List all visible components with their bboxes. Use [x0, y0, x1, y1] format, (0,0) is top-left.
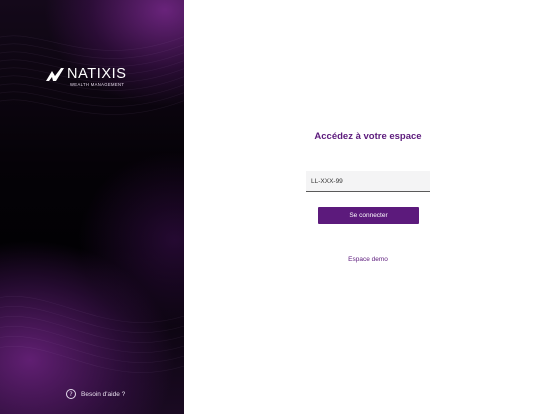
demo-space-link[interactable]: Espace demo	[184, 256, 552, 263]
connect-button[interactable]: Se connecter	[318, 207, 419, 224]
branding-panel: NATIXIS WEALTH MANAGEMENT ? Besoin d'aid…	[0, 0, 184, 414]
help-label: Besoin d'aide ?	[81, 390, 126, 398]
login-id-input[interactable]	[306, 171, 430, 192]
question-circle-icon: ?	[66, 389, 76, 399]
background-wave-lines	[0, 35, 184, 373]
brand-name: NATIXIS	[67, 66, 127, 82]
natixis-n-mark-icon	[46, 68, 64, 81]
page-title: Accédez à votre espace	[314, 131, 422, 142]
login-panel: Accédez à votre espace Se connecter Espa…	[184, 0, 552, 414]
brand-subtitle: WEALTH MANAGEMENT	[70, 82, 125, 87]
natixis-logo: NATIXIS WEALTH MANAGEMENT	[44, 66, 134, 90]
help-link[interactable]: ? Besoin d'aide ?	[66, 388, 125, 400]
